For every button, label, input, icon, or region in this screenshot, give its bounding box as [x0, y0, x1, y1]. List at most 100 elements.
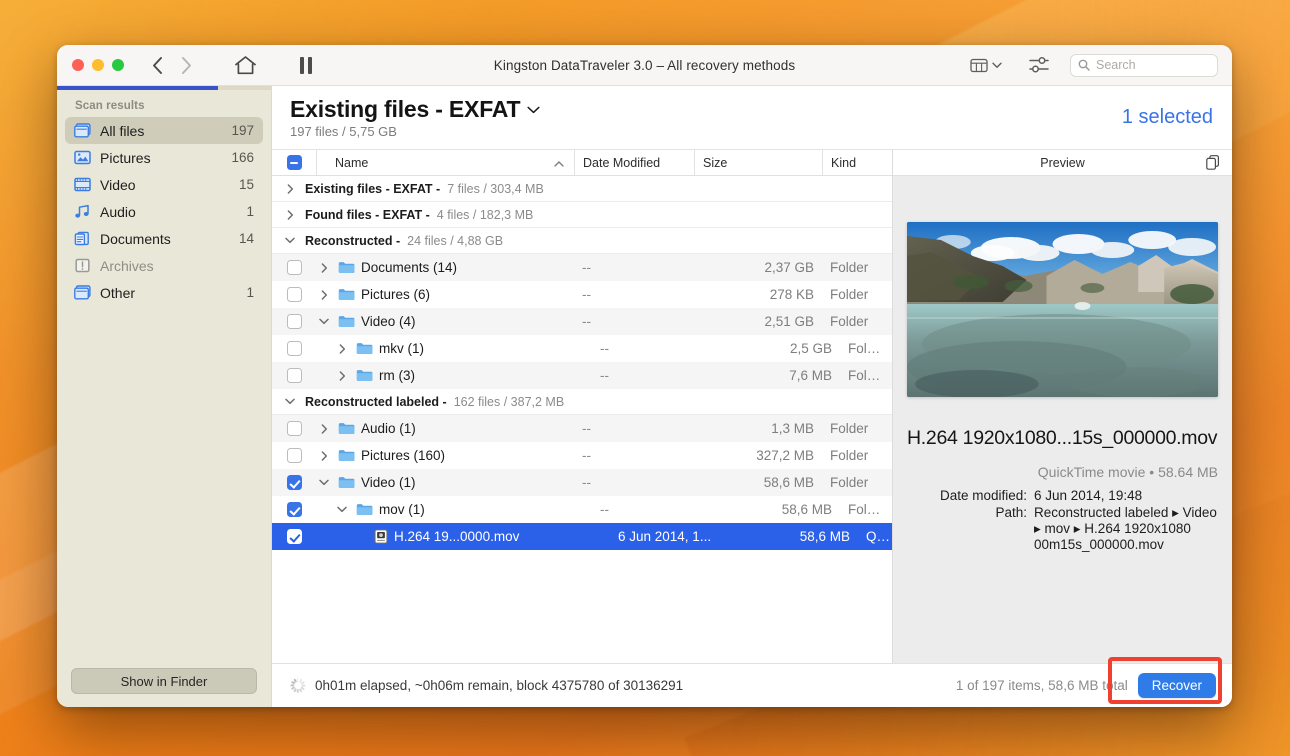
column-header-size[interactable]: Size — [694, 150, 822, 175]
column-header-name[interactable]: Name — [316, 150, 574, 175]
pause-scan-button[interactable] — [293, 52, 319, 78]
row-checkbox[interactable] — [272, 260, 316, 275]
sidebar-item-documents[interactable]: Documents14 — [65, 225, 263, 252]
chevron-down-icon[interactable] — [319, 318, 329, 325]
row-name-cell: Video (1) — [316, 475, 574, 490]
show-in-finder-button[interactable]: Show in Finder — [71, 668, 257, 694]
group-disclosure-toggle[interactable] — [282, 398, 298, 405]
page-title[interactable]: Existing files - EXFAT — [290, 96, 540, 123]
sidebar-item-all-files[interactable]: All files197 — [65, 117, 263, 144]
minimize-button[interactable] — [92, 59, 104, 71]
filter-settings-button[interactable] — [1028, 56, 1050, 74]
row-checkbox[interactable] — [272, 368, 316, 383]
row-kind-cell: Folder — [822, 448, 892, 463]
sidebar-item-count: 15 — [239, 177, 254, 192]
table-row[interactable]: mkv (1)--2,5 GBFolder — [272, 335, 892, 362]
table-row[interactable]: H.264 19...0000.mov6 Jun 2014, 1...58,6 … — [272, 523, 892, 550]
file-group-header[interactable]: Existing files - EXFAT -7 files / 303,4 … — [272, 176, 892, 202]
checkbox-icon — [287, 502, 302, 517]
table-row[interactable]: rm (3)--7,6 MBFolder — [272, 362, 892, 389]
row-disclosure-toggle[interactable] — [316, 451, 332, 461]
chevron-right-icon[interactable] — [339, 344, 346, 354]
row-disclosure-toggle[interactable] — [316, 424, 332, 434]
group-disclosure-toggle[interactable] — [282, 237, 298, 244]
sidebar-item-other[interactable]: Other1 — [65, 279, 263, 306]
column-header-kind[interactable]: Kind — [822, 150, 892, 175]
folder-icon — [338, 476, 355, 489]
chevron-down-icon[interactable] — [527, 106, 540, 114]
search-input[interactable]: Search — [1070, 54, 1218, 77]
table-row[interactable]: Pictures (160)--327,2 MBFolder — [272, 442, 892, 469]
view-options-button[interactable] — [966, 56, 1006, 75]
back-button[interactable] — [146, 54, 168, 76]
chevron-down-icon[interactable] — [319, 479, 329, 486]
row-checkbox[interactable] — [272, 475, 316, 490]
chevron-right-icon[interactable] — [287, 184, 294, 194]
file-group-header[interactable]: Reconstructed labeled -162 files / 387,2… — [272, 389, 892, 415]
row-checkbox[interactable] — [272, 314, 316, 329]
row-size-cell: 327,2 MB — [694, 448, 822, 463]
table-row[interactable]: Video (4)--2,51 GBFolder — [272, 308, 892, 335]
selection-status: 1 selected — [1122, 106, 1216, 129]
row-disclosure-toggle[interactable] — [316, 318, 332, 325]
checkbox-icon — [287, 475, 302, 490]
row-checkbox[interactable] — [272, 448, 316, 463]
preview-thumbnail[interactable] — [907, 222, 1218, 397]
chevron-right-icon[interactable] — [321, 424, 328, 434]
table-row[interactable]: Video (1)--58,6 MBFolder — [272, 469, 892, 496]
forward-button[interactable] — [175, 54, 197, 76]
select-all-checkbox[interactable] — [272, 150, 316, 175]
file-group-header[interactable]: Reconstructed -24 files / 4,88 GB — [272, 228, 892, 254]
row-disclosure-toggle[interactable] — [316, 479, 332, 486]
row-name-cell: Audio (1) — [316, 421, 574, 436]
sidebar-item-video[interactable]: Video15 — [65, 171, 263, 198]
row-size-cell: 58,6 MB — [712, 502, 840, 517]
sidebar-item-audio[interactable]: Audio1 — [65, 198, 263, 225]
chevron-right-icon[interactable] — [321, 290, 328, 300]
search-placeholder: Search — [1096, 58, 1136, 72]
sidebar-item-archives[interactable]: Archives — [65, 252, 263, 279]
row-disclosure-toggle[interactable] — [334, 371, 350, 381]
traffic-lights — [57, 59, 124, 71]
chevron-right-icon[interactable] — [339, 371, 346, 381]
row-date-cell: -- — [592, 341, 712, 356]
sidebar-item-label: All files — [100, 123, 222, 139]
table-row[interactable]: mov (1)--58,6 MBFolder — [272, 496, 892, 523]
row-checkbox[interactable] — [272, 529, 316, 544]
chevron-down-icon[interactable] — [285, 237, 295, 244]
chevron-right-icon[interactable] — [287, 210, 294, 220]
group-disclosure-toggle[interactable] — [282, 184, 298, 194]
row-kind-cell: Folder — [822, 314, 892, 329]
row-checkbox[interactable] — [272, 341, 316, 356]
copy-icon[interactable] — [1206, 155, 1220, 173]
close-button[interactable] — [72, 59, 84, 71]
file-rows[interactable]: Existing files - EXFAT -7 files / 303,4 … — [272, 176, 892, 663]
row-disclosure-toggle[interactable] — [316, 290, 332, 300]
row-date-cell: -- — [574, 314, 694, 329]
pictures-icon — [74, 150, 91, 165]
other-icon — [74, 285, 91, 300]
chevron-right-icon[interactable] — [321, 263, 328, 273]
chevron-down-icon[interactable] — [285, 398, 295, 405]
chevron-right-icon[interactable] — [321, 451, 328, 461]
row-checkbox[interactable] — [272, 421, 316, 436]
preview-image — [907, 222, 1218, 397]
table-row[interactable]: Pictures (6)--278 KBFolder — [272, 281, 892, 308]
chevron-down-icon[interactable] — [337, 506, 347, 513]
group-disclosure-toggle[interactable] — [282, 210, 298, 220]
file-group-header[interactable]: Found files - EXFAT -4 files / 182,3 MB — [272, 202, 892, 228]
row-disclosure-toggle[interactable] — [334, 344, 350, 354]
pictures-icon — [74, 150, 91, 165]
row-checkbox[interactable] — [272, 502, 316, 517]
folder-icon — [356, 503, 373, 516]
home-button[interactable] — [231, 52, 259, 78]
table-row[interactable]: Documents (14)--2,37 GBFolder — [272, 254, 892, 281]
zoom-button[interactable] — [112, 59, 124, 71]
column-header-date[interactable]: Date Modified — [574, 150, 694, 175]
row-disclosure-toggle[interactable] — [334, 506, 350, 513]
recover-button[interactable]: Recover — [1138, 673, 1216, 698]
table-row[interactable]: Audio (1)--1,3 MBFolder — [272, 415, 892, 442]
row-checkbox[interactable] — [272, 287, 316, 302]
row-disclosure-toggle[interactable] — [316, 263, 332, 273]
sidebar-item-pictures[interactable]: Pictures166 — [65, 144, 263, 171]
